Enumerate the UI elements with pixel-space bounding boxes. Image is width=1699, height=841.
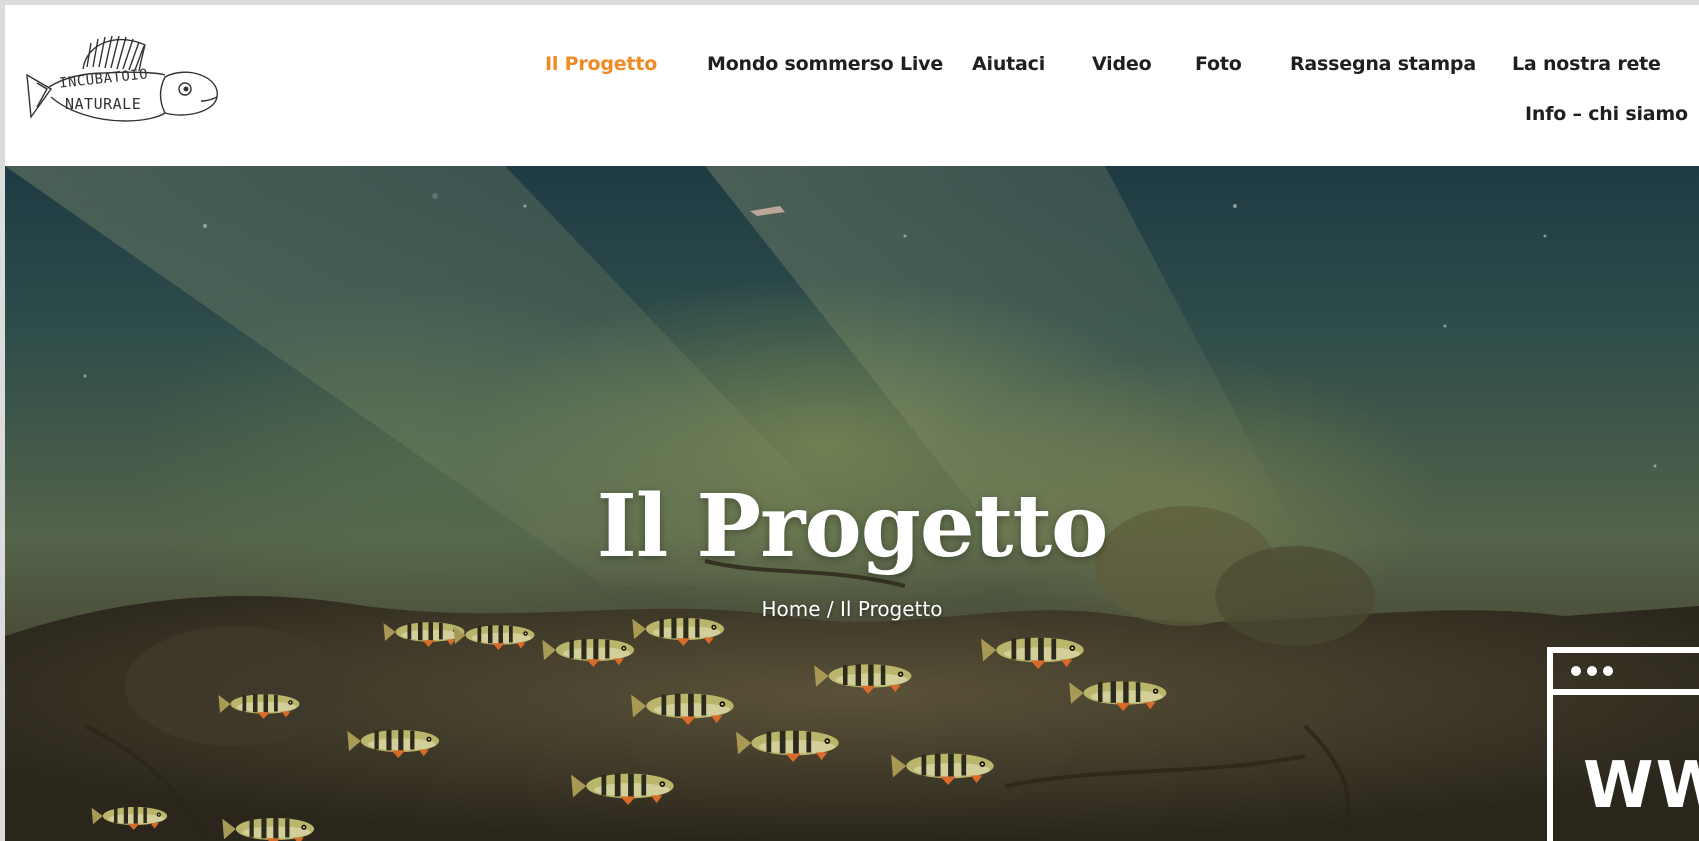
nav-item-rassegna-stampa[interactable]: Rassegna stampa xyxy=(1290,53,1476,75)
nav-item-video[interactable]: Video xyxy=(1092,53,1152,75)
nav-item-info-chi-siamo[interactable]: Info – chi siamo xyxy=(1525,103,1688,125)
breadcrumb: Home / Il Progetto xyxy=(5,597,1699,621)
main-navigation: Il Progetto Mondo sommerso Live Aiutaci … xyxy=(545,49,1690,139)
site-logo[interactable]: INCUBATOIO NATURALE xyxy=(25,31,235,135)
site-header: INCUBATOIO NATURALE Il Progetto Mondo so… xyxy=(5,5,1699,166)
breadcrumb-current: Il Progetto xyxy=(840,597,943,621)
breadcrumb-separator: / xyxy=(820,597,841,621)
nav-item-la-nostra-rete[interactable]: La nostra rete xyxy=(1512,53,1661,75)
page-frame: INCUBATOIO NATURALE Il Progetto Mondo so… xyxy=(5,5,1699,841)
website-widget-button[interactable]: WW xyxy=(1547,647,1699,841)
breadcrumb-home-link[interactable]: Home xyxy=(762,597,821,621)
window-dot-icon xyxy=(1587,666,1597,676)
nav-item-aiutaci[interactable]: Aiutaci xyxy=(972,53,1045,75)
nav-item-mondo-sommerso-live[interactable]: Mondo sommerso Live xyxy=(707,53,943,75)
window-dot-icon xyxy=(1571,666,1581,676)
window-dot-icon xyxy=(1603,666,1613,676)
page-title: Il Progetto xyxy=(596,476,1109,577)
hero-banner: Il Progetto Home / Il Progetto WW xyxy=(5,166,1699,841)
browser-window-bar xyxy=(1553,653,1699,695)
nav-item-foto[interactable]: Foto xyxy=(1195,53,1242,75)
nav-item-il-progetto[interactable]: Il Progetto xyxy=(545,53,657,75)
www-icon-text: WW xyxy=(1583,749,1699,823)
logo-text-line2: NATURALE xyxy=(65,95,142,113)
